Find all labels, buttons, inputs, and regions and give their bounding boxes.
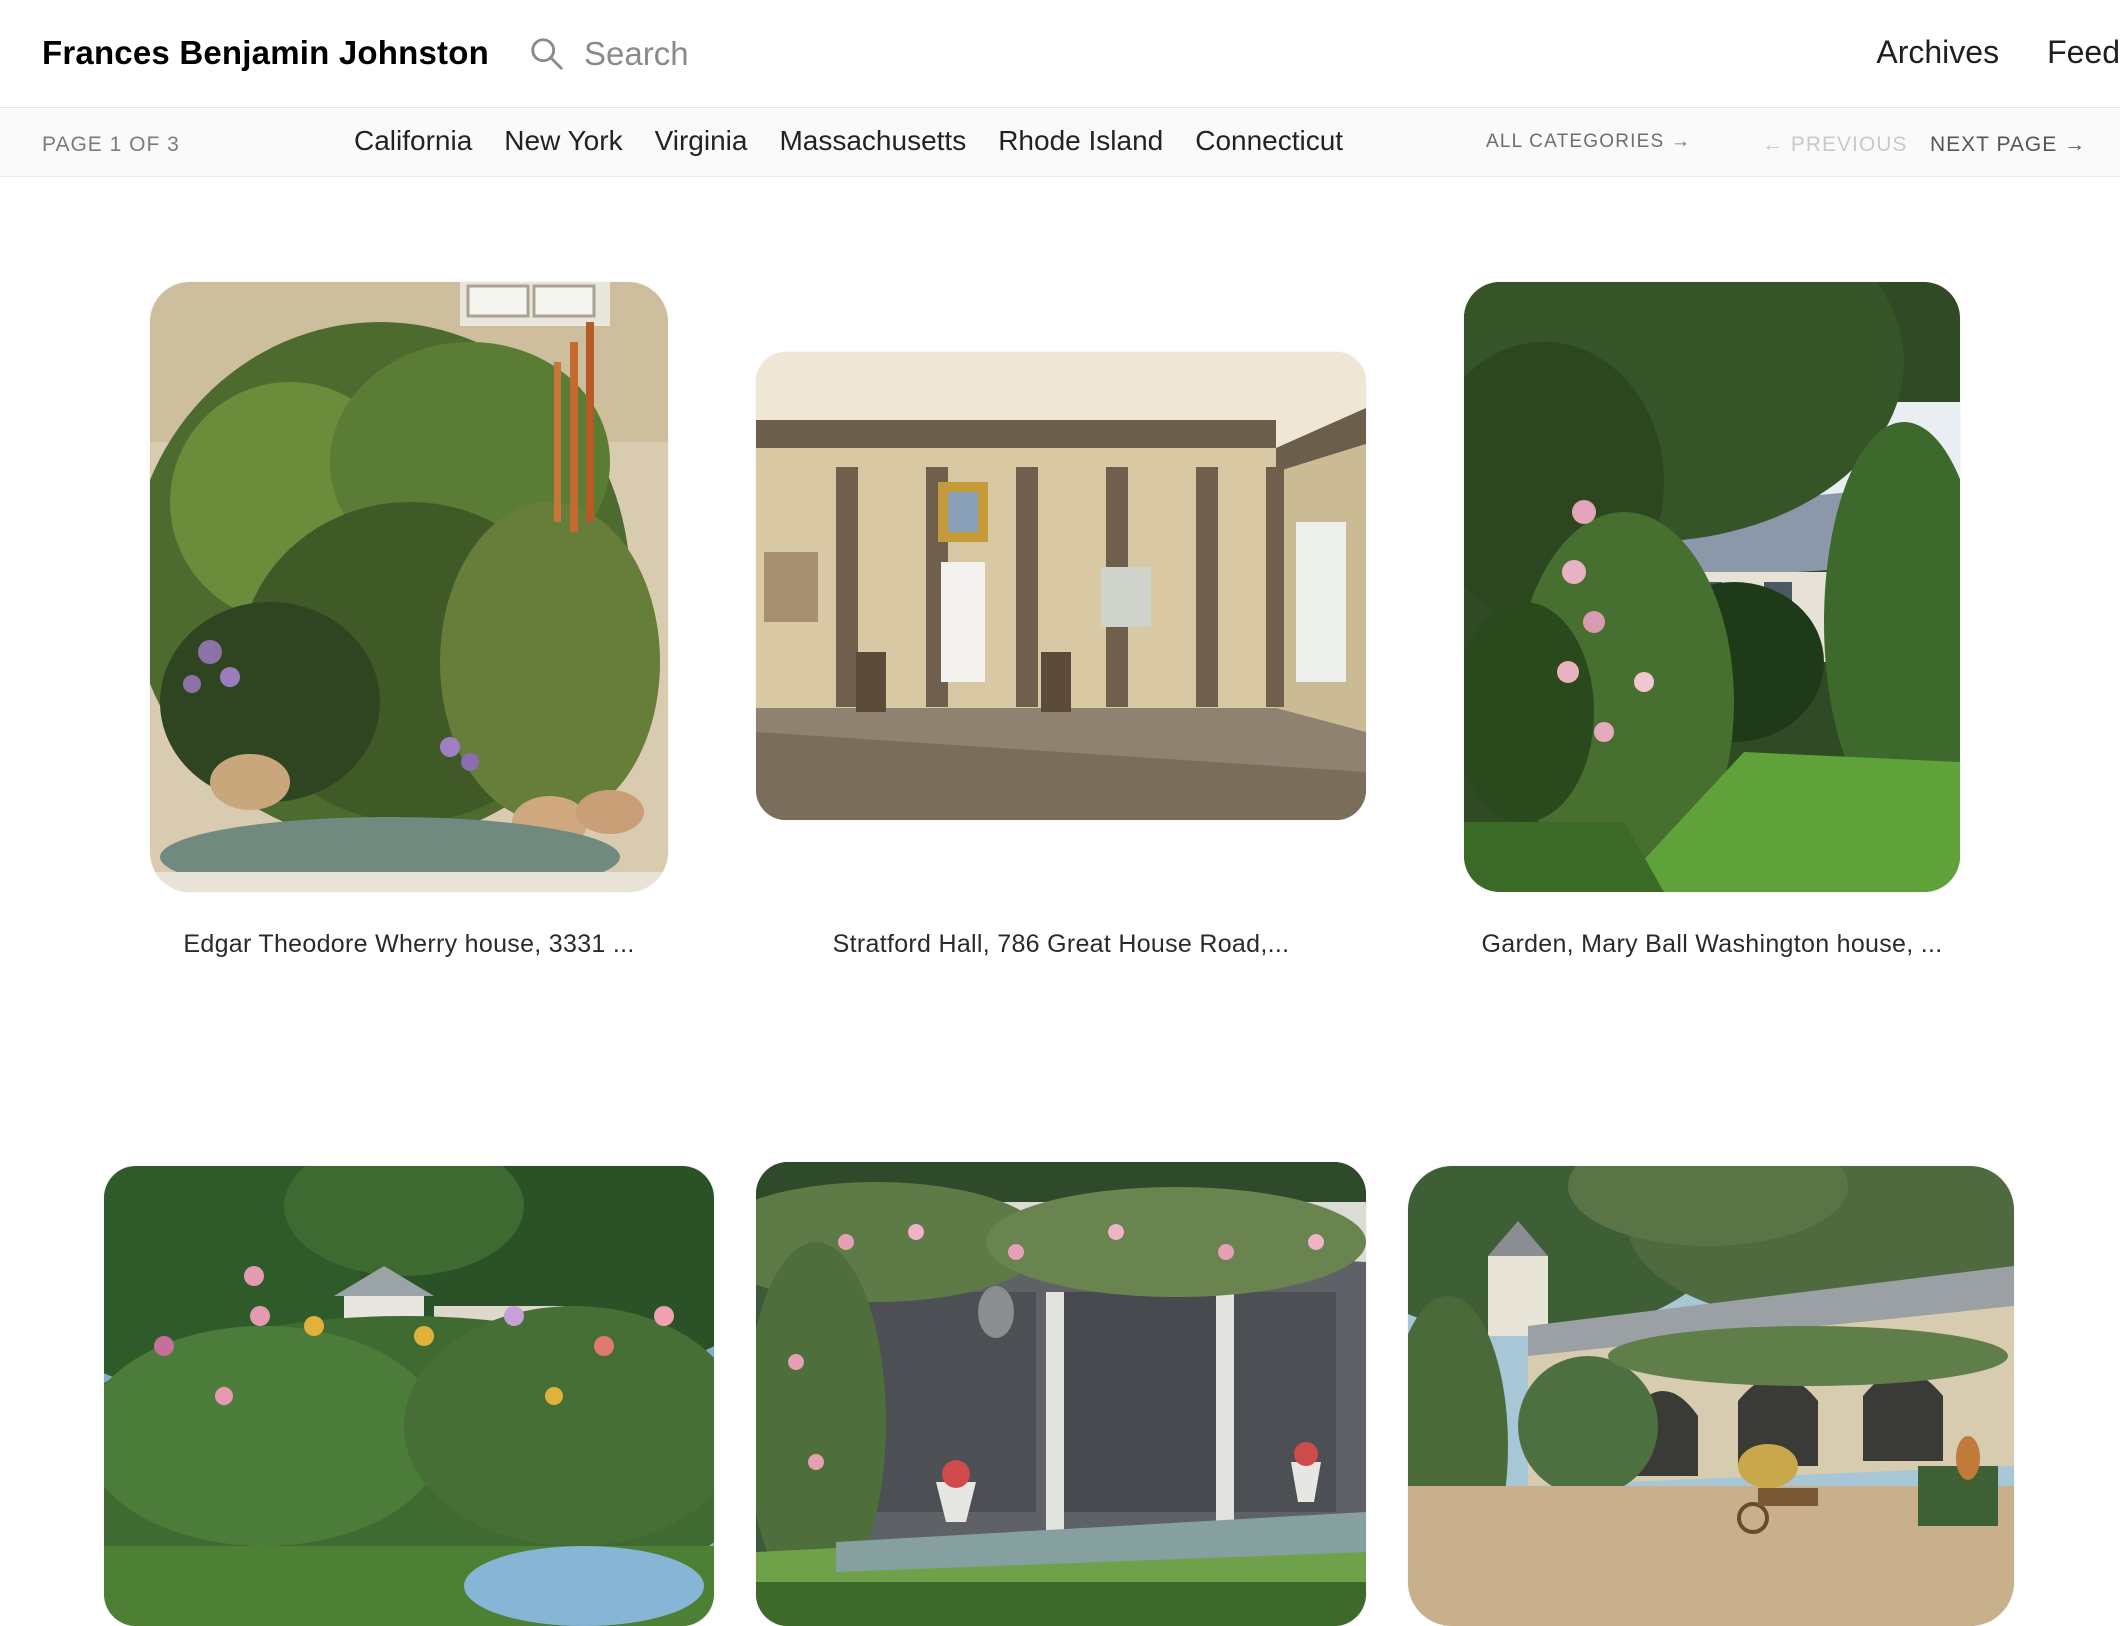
category-california[interactable]: California — [354, 125, 472, 157]
top-nav: Archives Feed — [1876, 34, 2120, 71]
search-input[interactable] — [584, 35, 924, 73]
gallery-photo[interactable] — [150, 282, 668, 892]
next-page-link[interactable]: NEXT PAGE → — [1930, 133, 2086, 157]
nav-feed-link[interactable]: Feed — [2047, 34, 2120, 71]
gallery-photo[interactable] — [104, 1166, 714, 1626]
gallery-photo[interactable] — [1464, 282, 1960, 892]
category-bar: PAGE 1 OF 3 California New York Virginia… — [0, 109, 2120, 177]
nav-archives-link[interactable]: Archives — [1876, 34, 1999, 71]
site-header: Frances Benjamin Johnston Archives Feed — [0, 0, 2120, 108]
gallery-photo[interactable] — [1408, 1166, 2014, 1626]
category-new-york[interactable]: New York — [504, 125, 622, 157]
gallery-photo[interactable] — [756, 352, 1366, 820]
category-rhode-island[interactable]: Rhode Island — [998, 125, 1163, 157]
category-massachusetts[interactable]: Massachusetts — [779, 125, 966, 157]
category-virginia[interactable]: Virginia — [655, 125, 748, 157]
page-indicator: PAGE 1 OF 3 — [42, 133, 180, 156]
category-connecticut[interactable]: Connecticut — [1195, 125, 1343, 157]
category-links: California New York Virginia Massachuset… — [354, 125, 1343, 157]
all-categories-link[interactable]: ALL CATEGORIES → — [1486, 131, 1691, 153]
site-title[interactable]: Frances Benjamin Johnston — [42, 34, 489, 72]
gallery-photo[interactable] — [756, 1162, 1366, 1626]
search-icon[interactable] — [528, 35, 566, 73]
photo-caption[interactable]: Edgar Theodore Wherry house, 3331 ... — [150, 930, 668, 959]
previous-page-link: ← PREVIOUS — [1762, 133, 1908, 156]
photo-caption[interactable]: Garden, Mary Ball Washington house, ... — [1464, 930, 1960, 959]
search-bar[interactable] — [528, 30, 948, 78]
photo-caption[interactable]: Stratford Hall, 786 Great House Road,... — [756, 930, 1366, 959]
